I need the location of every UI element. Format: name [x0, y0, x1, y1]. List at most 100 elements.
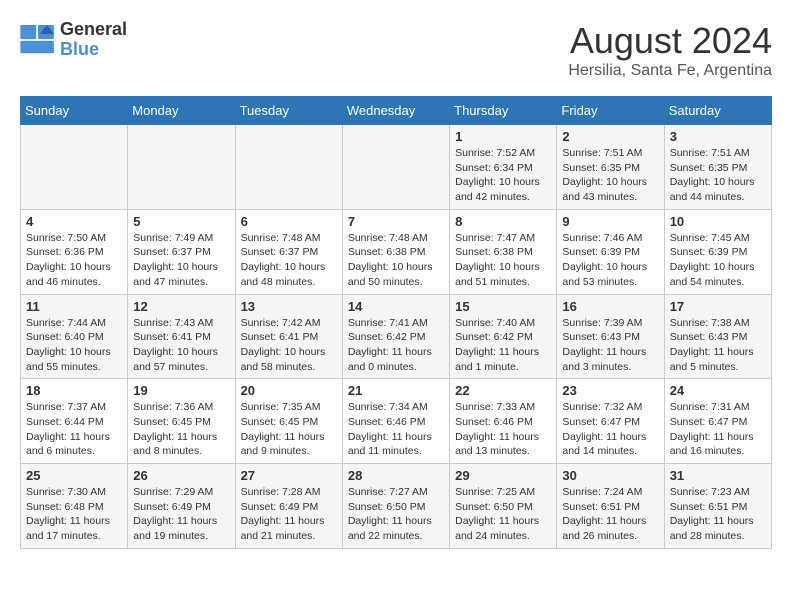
- day-number: 14: [348, 299, 444, 314]
- calendar-cell: 2Sunrise: 7:51 AM Sunset: 6:35 PM Daylig…: [557, 125, 664, 210]
- day-info: Sunrise: 7:23 AM Sunset: 6:51 PM Dayligh…: [670, 485, 766, 544]
- day-number: 24: [670, 383, 766, 398]
- day-info: Sunrise: 7:32 AM Sunset: 6:47 PM Dayligh…: [562, 400, 658, 459]
- logo-text: General Blue: [60, 20, 127, 60]
- day-number: 30: [562, 468, 658, 483]
- day-info: Sunrise: 7:52 AM Sunset: 6:34 PM Dayligh…: [455, 146, 551, 205]
- calendar-cell: 28 Sunrise: 7:27 AM Sunset: 6:50 PM Dayli…: [342, 464, 449, 549]
- day-info: Sunrise: 7:40 AM Sunset: 6:42 PM Dayligh…: [455, 316, 551, 375]
- calendar-cell: 5Sunrise: 7:49 AM Sunset: 6:37 PM Daylig…: [128, 209, 235, 294]
- calendar-cell: 3 Sunrise: 7:51 AM Sunset: 6:35 PM Daylig…: [664, 125, 771, 210]
- day-info: Sunrise: 7:50 AM Sunset: 6:36 PM Dayligh…: [26, 231, 122, 290]
- main-title: August 2024: [568, 20, 772, 62]
- header-thursday: Thursday: [450, 97, 557, 125]
- day-info: Sunrise: 7:24 AM Sunset: 6:51 PM Dayligh…: [562, 485, 658, 544]
- day-number: 29: [455, 468, 551, 483]
- day-number: 27: [241, 468, 337, 483]
- calendar-cell: 17 Sunrise: 7:38 AM Sunset: 6:43 PM Dayli…: [664, 294, 771, 379]
- day-info: Sunrise: 7:30 AM Sunset: 6:48 PM Dayligh…: [26, 485, 122, 544]
- day-info: Sunrise: 7:27 AM Sunset: 6:50 PM Dayligh…: [348, 485, 444, 544]
- day-number: 26: [133, 468, 229, 483]
- day-info: Sunrise: 7:47 AM Sunset: 6:38 PM Dayligh…: [455, 231, 551, 290]
- day-number: 22: [455, 383, 551, 398]
- calendar-cell: [235, 125, 342, 210]
- day-number: 16: [562, 299, 658, 314]
- day-number: 25: [26, 468, 122, 483]
- header-wednesday: Wednesday: [342, 97, 449, 125]
- calendar-cell: 23 Sunrise: 7:32 AM Sunset: 6:47 PM Dayli…: [557, 379, 664, 464]
- calendar-cell: 24 Sunrise: 7:31 AM Sunset: 6:47 PM Dayli…: [664, 379, 771, 464]
- calendar-cell: 30 Sunrise: 7:24 AM Sunset: 6:51 PM Dayli…: [557, 464, 664, 549]
- calendar-cell: 19 Sunrise: 7:36 AM Sunset: 6:45 PM Dayli…: [128, 379, 235, 464]
- day-info: Sunrise: 7:51 AM Sunset: 6:35 PM Dayligh…: [562, 146, 658, 205]
- day-number: 17: [670, 299, 766, 314]
- calendar-cell: [21, 125, 128, 210]
- calendar-cell: 14Sunrise: 7:41 AM Sunset: 6:42 PM Dayli…: [342, 294, 449, 379]
- calendar-table: Sunday Monday Tuesday Wednesday Thursday…: [20, 96, 772, 549]
- day-info: Sunrise: 7:43 AM Sunset: 6:41 PM Dayligh…: [133, 316, 229, 375]
- calendar-week-1: 1 Sunrise: 7:52 AM Sunset: 6:34 PM Daylig…: [21, 125, 772, 210]
- day-info: Sunrise: 7:51 AM Sunset: 6:35 PM Dayligh…: [670, 146, 766, 205]
- day-info: Sunrise: 7:48 AM Sunset: 6:38 PM Dayligh…: [348, 231, 444, 290]
- calendar-cell: 11 Sunrise: 7:44 AM Sunset: 6:40 PM Dayli…: [21, 294, 128, 379]
- day-number: 21: [348, 383, 444, 398]
- day-number: 20: [241, 383, 337, 398]
- subtitle: Hersilia, Santa Fe, Argentina: [568, 62, 772, 80]
- header-tuesday: Tuesday: [235, 97, 342, 125]
- day-number: 15: [455, 299, 551, 314]
- header-friday: Friday: [557, 97, 664, 125]
- calendar-cell: [128, 125, 235, 210]
- page-header: General Blue August 2024 Hersilia, Santa…: [20, 20, 772, 80]
- header-saturday: Saturday: [664, 97, 771, 125]
- calendar-cell: 21 Sunrise: 7:34 AM Sunset: 6:46 PM Dayli…: [342, 379, 449, 464]
- day-info: Sunrise: 7:31 AM Sunset: 6:47 PM Dayligh…: [670, 400, 766, 459]
- day-number: 19: [133, 383, 229, 398]
- calendar-cell: 27 Sunrise: 7:28 AM Sunset: 6:49 PM Dayli…: [235, 464, 342, 549]
- day-info: Sunrise: 7:38 AM Sunset: 6:43 PM Dayligh…: [670, 316, 766, 375]
- day-number: 11: [26, 299, 122, 314]
- day-number: 13: [241, 299, 337, 314]
- day-number: 9: [562, 214, 658, 229]
- day-info: Sunrise: 7:25 AM Sunset: 6:50 PM Dayligh…: [455, 485, 551, 544]
- calendar-week-5: 25 Sunrise: 7:30 AM Sunset: 6:48 PM Dayli…: [21, 464, 772, 549]
- day-number: 4: [26, 214, 122, 229]
- calendar-cell: 22Sunrise: 7:33 AM Sunset: 6:46 PM Dayli…: [450, 379, 557, 464]
- calendar-header-row: Sunday Monday Tuesday Wednesday Thursday…: [21, 97, 772, 125]
- calendar-cell: 15 Sunrise: 7:40 AM Sunset: 6:42 PM Dayli…: [450, 294, 557, 379]
- day-info: Sunrise: 7:36 AM Sunset: 6:45 PM Dayligh…: [133, 400, 229, 459]
- logo: General Blue: [20, 20, 127, 60]
- day-number: 3: [670, 129, 766, 144]
- calendar-week-4: 18Sunrise: 7:37 AM Sunset: 6:44 PM Dayli…: [21, 379, 772, 464]
- calendar-cell: 10Sunrise: 7:45 AM Sunset: 6:39 PM Dayli…: [664, 209, 771, 294]
- calendar-cell: 8Sunrise: 7:47 AM Sunset: 6:38 PM Daylig…: [450, 209, 557, 294]
- calendar-cell: 12 Sunrise: 7:43 AM Sunset: 6:41 PM Dayli…: [128, 294, 235, 379]
- day-info: Sunrise: 7:37 AM Sunset: 6:44 PM Dayligh…: [26, 400, 122, 459]
- day-info: Sunrise: 7:34 AM Sunset: 6:46 PM Dayligh…: [348, 400, 444, 459]
- calendar-week-2: 4 Sunrise: 7:50 AM Sunset: 6:36 PM Daylig…: [21, 209, 772, 294]
- day-number: 28: [348, 468, 444, 483]
- day-number: 6: [241, 214, 337, 229]
- title-block: August 2024 Hersilia, Santa Fe, Argentin…: [568, 20, 772, 80]
- calendar-cell: 18Sunrise: 7:37 AM Sunset: 6:44 PM Dayli…: [21, 379, 128, 464]
- calendar-cell: 13Sunrise: 7:42 AM Sunset: 6:41 PM Dayli…: [235, 294, 342, 379]
- calendar-cell: 26 Sunrise: 7:29 AM Sunset: 6:49 PM Dayli…: [128, 464, 235, 549]
- calendar-week-3: 11 Sunrise: 7:44 AM Sunset: 6:40 PM Dayli…: [21, 294, 772, 379]
- calendar-cell: [342, 125, 449, 210]
- day-number: 7: [348, 214, 444, 229]
- day-number: 10: [670, 214, 766, 229]
- calendar-cell: 4 Sunrise: 7:50 AM Sunset: 6:36 PM Daylig…: [21, 209, 128, 294]
- day-number: 12: [133, 299, 229, 314]
- calendar-cell: 6 Sunrise: 7:48 AM Sunset: 6:37 PM Daylig…: [235, 209, 342, 294]
- day-info: Sunrise: 7:44 AM Sunset: 6:40 PM Dayligh…: [26, 316, 122, 375]
- calendar-cell: 29 Sunrise: 7:25 AM Sunset: 6:50 PM Dayli…: [450, 464, 557, 549]
- day-number: 1: [455, 129, 551, 144]
- day-info: Sunrise: 7:39 AM Sunset: 6:43 PM Dayligh…: [562, 316, 658, 375]
- day-number: 31: [670, 468, 766, 483]
- day-number: 23: [562, 383, 658, 398]
- day-info: Sunrise: 7:28 AM Sunset: 6:49 PM Dayligh…: [241, 485, 337, 544]
- day-info: Sunrise: 7:29 AM Sunset: 6:49 PM Dayligh…: [133, 485, 229, 544]
- day-info: Sunrise: 7:49 AM Sunset: 6:37 PM Dayligh…: [133, 231, 229, 290]
- calendar-cell: 31 Sunrise: 7:23 AM Sunset: 6:51 PM Dayli…: [664, 464, 771, 549]
- day-info: Sunrise: 7:48 AM Sunset: 6:37 PM Dayligh…: [241, 231, 337, 290]
- calendar-cell: 7 Sunrise: 7:48 AM Sunset: 6:38 PM Daylig…: [342, 209, 449, 294]
